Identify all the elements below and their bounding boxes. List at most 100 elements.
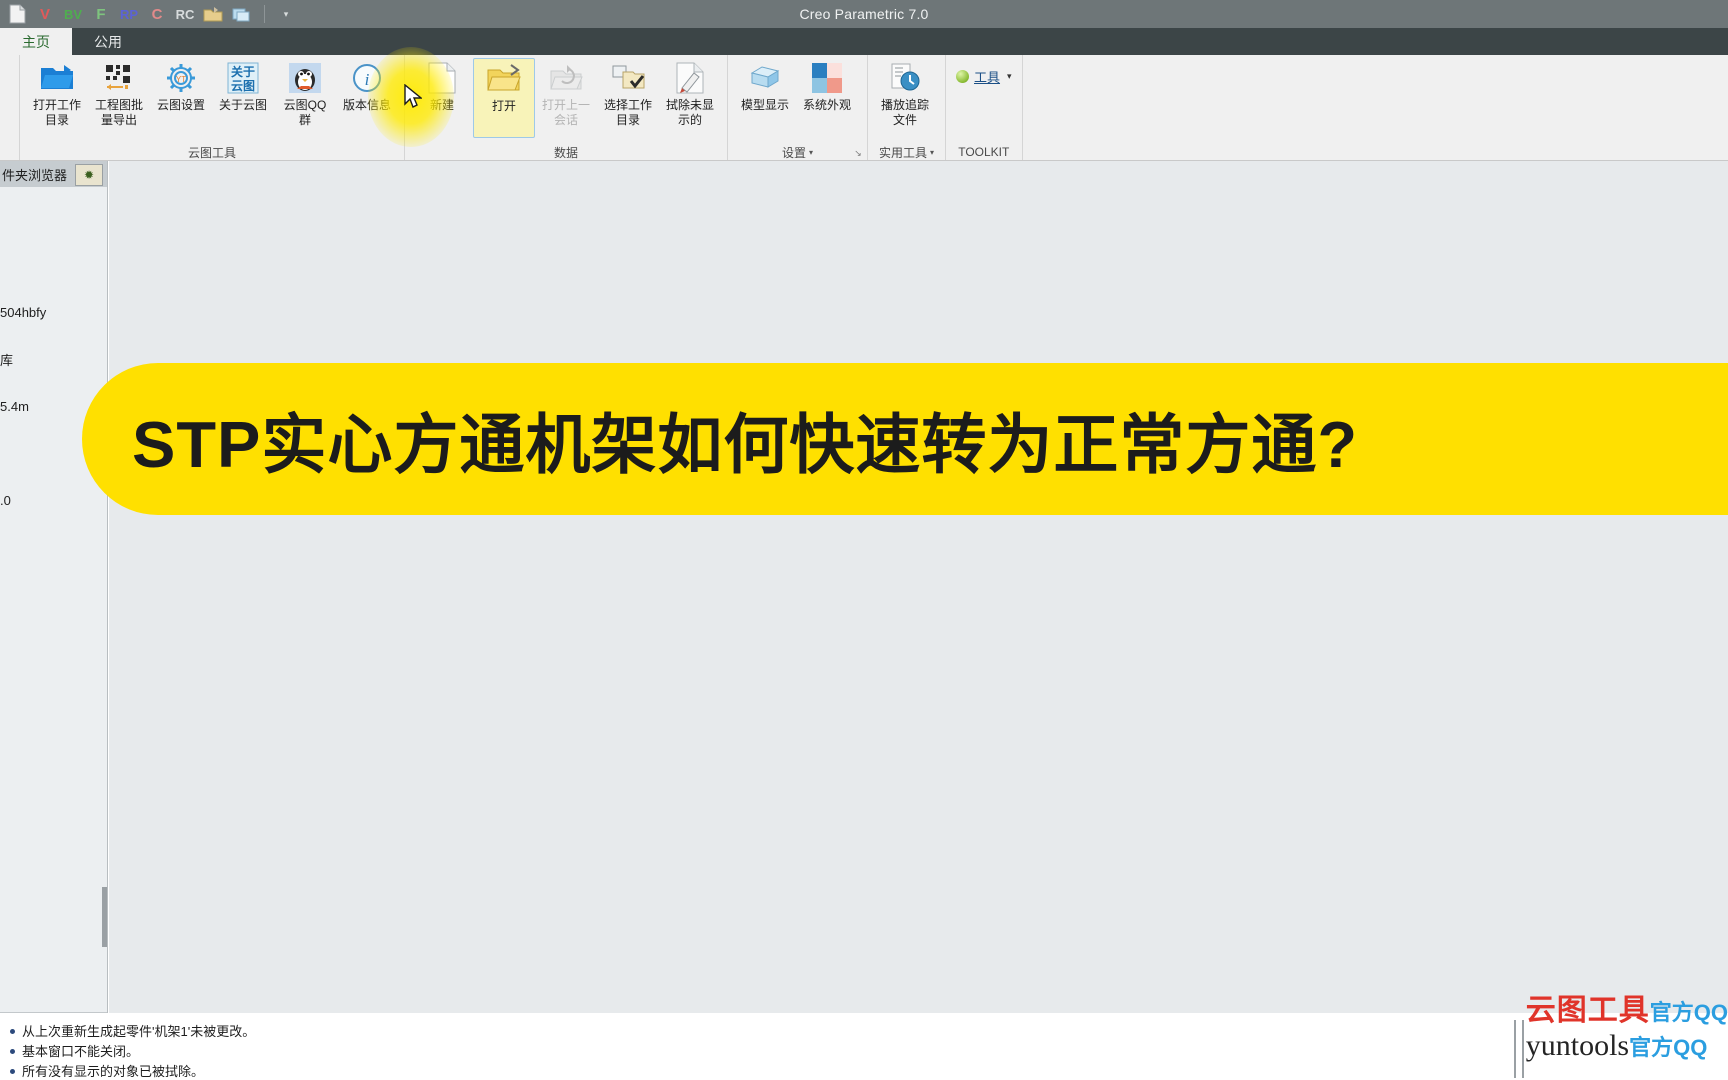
clipped-group-title: [0, 144, 13, 160]
bv-icon[interactable]: BV: [60, 2, 86, 26]
graphics-canvas[interactable]: [109, 161, 1728, 1013]
open-last-session-button[interactable]: 打开上一 会话: [535, 58, 597, 138]
tab-common[interactable]: 公用: [72, 28, 144, 55]
v-icon[interactable]: V: [32, 2, 58, 26]
message-area: 从上次重新生成起零件'机架1'未被更改。 基本窗口不能关闭。 所有没有显示的对象…: [0, 1014, 1728, 1080]
cloud-settings-label: 云图设置: [156, 98, 205, 112]
overlay-title-text: STP实心方通机架如何快速转为正常方通?: [132, 408, 1359, 481]
erase-not-displayed-button[interactable]: 拭除未显 示的: [659, 58, 721, 138]
chevron-down-icon[interactable]: ▾: [275, 3, 297, 25]
list-item[interactable]: [0, 242, 107, 289]
creo-application-window: V BV F RP C RC ▾ Creo Parametric 7.0 主页 …: [0, 0, 1728, 1080]
about-cloud-label: 关于云图: [218, 98, 267, 112]
svg-text:YT: YT: [176, 75, 186, 84]
ribbon-group-settings: 模型显示 系统外观 设置 ▾ ↘: [728, 55, 868, 160]
system-appearance-label: 系统外观: [802, 98, 851, 112]
status-message-2: 基本窗口不能关闭。: [10, 1042, 1728, 1061]
bullet-icon: [10, 1069, 15, 1074]
status-message-3-text: 所有没有显示的对象已被拭除。: [22, 1064, 205, 1079]
group-title-settings-text: 设置: [781, 145, 806, 160]
folder-browser-scrollbar[interactable]: [102, 187, 107, 1013]
model-display-button[interactable]: 模型显示: [734, 58, 796, 138]
group-title-utilities-text: 实用工具: [878, 145, 927, 160]
erase-page-icon: [673, 61, 707, 95]
list-item[interactable]: [0, 195, 107, 242]
svg-text:关于: 关于: [231, 64, 255, 79]
overlay-title-banner: STP实心方通机架如何快速转为正常方通?: [82, 363, 1728, 515]
toolkit-tools-label: 工具: [974, 70, 1001, 85]
group-title-toolkit: TOOLKIT: [958, 145, 1010, 159]
folder-check-icon: [611, 61, 645, 95]
svg-text:i: i: [365, 70, 370, 89]
ribbon-group-toolkit: 工具 ▾ TOOLKIT: [946, 55, 1023, 160]
model-display-label: 模型显示: [740, 98, 789, 112]
qq-penguin-icon: [288, 61, 322, 95]
ribbon-tab-strip: 主页 公用: [0, 28, 1728, 55]
group-title-utilities[interactable]: 实用工具 ▾: [874, 144, 939, 160]
tab-home[interactable]: 主页: [0, 28, 72, 55]
version-info-button[interactable]: i 版本信息: [336, 58, 398, 138]
about-cloud-icon: 关于 云图: [226, 61, 260, 95]
folder-browser-panel: 件夹浏览器 ✹ 504hbfy 库 5.4m .0: [0, 161, 108, 1013]
rc-icon[interactable]: RC: [172, 2, 198, 26]
f-icon[interactable]: F: [88, 2, 114, 26]
open-folder-arrow-icon: [487, 62, 521, 96]
group-title-settings[interactable]: 设置 ▾: [734, 144, 861, 160]
svg-text:云图: 云图: [231, 79, 255, 93]
ribbon-group-utilities: 播放追踪 文件 实用工具 ▾: [868, 55, 946, 160]
open-work-directory-button[interactable]: 打开工作 目录: [26, 58, 88, 138]
green-orb-icon: [956, 70, 969, 83]
toolbar-separator: [264, 5, 265, 23]
rp-icon[interactable]: RP: [116, 2, 142, 26]
new-file-label: 新建: [429, 98, 454, 112]
open-file-button[interactable]: 打开: [473, 58, 535, 138]
list-item[interactable]: 504hbfy: [0, 289, 107, 336]
ribbon: 文OM 打开工作目录: [0, 47, 1728, 161]
bullet-icon: [10, 1049, 15, 1054]
folder-browser-header: 件夹浏览器 ✹: [0, 161, 107, 187]
cloud-settings-button[interactable]: YT 云图设置: [150, 58, 212, 138]
scrollbar-thumb[interactable]: [102, 887, 107, 947]
bullet-icon: [10, 1029, 15, 1034]
blue-open-folder-icon: [40, 61, 74, 95]
open-file-label: 打开: [491, 99, 516, 113]
select-work-directory-label: 选择工作 目录: [603, 98, 652, 127]
erase-not-displayed-label: 拭除未显 示的: [665, 98, 714, 127]
version-info-label: 版本信息: [342, 98, 391, 112]
group-title-cloud-tools: 云图工具: [187, 145, 236, 160]
play-trail-file-button[interactable]: 播放追踪 文件: [874, 58, 936, 138]
open-folder-icon[interactable]: [200, 2, 226, 26]
status-message-3: 所有没有显示的对象已被拭除。: [10, 1062, 1728, 1080]
gear-yt-icon: YT: [164, 61, 198, 95]
windows-cascade-icon[interactable]: [228, 2, 254, 26]
chevron-down-icon: ▾: [930, 147, 935, 157]
new-file-icon[interactable]: [4, 2, 30, 26]
batch-export-drawings-button[interactable]: 工程图批 量导出: [88, 58, 150, 138]
group-title-data: 数据: [553, 145, 578, 160]
status-message-1: 从上次重新生成起零件'机架1'未被更改。: [10, 1022, 1728, 1041]
info-circle-icon: i: [350, 61, 384, 95]
ribbon-group-clipped: 文OM: [0, 55, 20, 160]
settings-dialog-launcher-icon[interactable]: ↘: [852, 147, 864, 159]
ribbon-group-data: 新建 打开 打开上一 会话 选择工作 目录 拭除未显 示的 数据: [405, 55, 728, 160]
title-bar: V BV F RP C RC ▾ Creo Parametric 7.0: [0, 0, 1728, 28]
cloud-qq-group-button[interactable]: 云图QQ 群: [274, 58, 336, 138]
folder-browser-title: 件夹浏览器: [2, 167, 68, 183]
c-icon[interactable]: C: [144, 2, 170, 26]
new-file-button[interactable]: 新建: [411, 58, 473, 138]
about-cloud-button[interactable]: 关于 云图 关于云图: [212, 58, 274, 138]
star-asterisk-icon[interactable]: ✹: [75, 164, 103, 186]
ribbon-group-cloud-tools: 打开工作 目录 工程图批 量导出 YT 云图设置 关于 云图 关于云图 云图QQ…: [20, 55, 405, 160]
qr-grid-icon: [102, 61, 136, 95]
folder-browser-list[interactable]: 504hbfy 库 5.4m .0: [0, 187, 107, 1013]
status-message-1-text: 从上次重新生成起零件'机架1'未被更改。: [22, 1024, 256, 1039]
toolkit-tools-command[interactable]: 工具 ▾: [952, 64, 1016, 89]
new-document-icon: [425, 61, 459, 95]
quick-access-toolbar[interactable]: V BV F RP C RC ▾: [0, 2, 297, 26]
list-item[interactable]: 库: [0, 336, 107, 383]
reopen-session-icon: [549, 61, 583, 95]
play-trail-file-label: 播放追踪 文件: [880, 98, 929, 127]
status-message-2-text: 基本窗口不能关闭。: [22, 1044, 140, 1059]
select-work-directory-button[interactable]: 选择工作 目录: [597, 58, 659, 138]
system-appearance-button[interactable]: 系统外观: [796, 58, 858, 138]
